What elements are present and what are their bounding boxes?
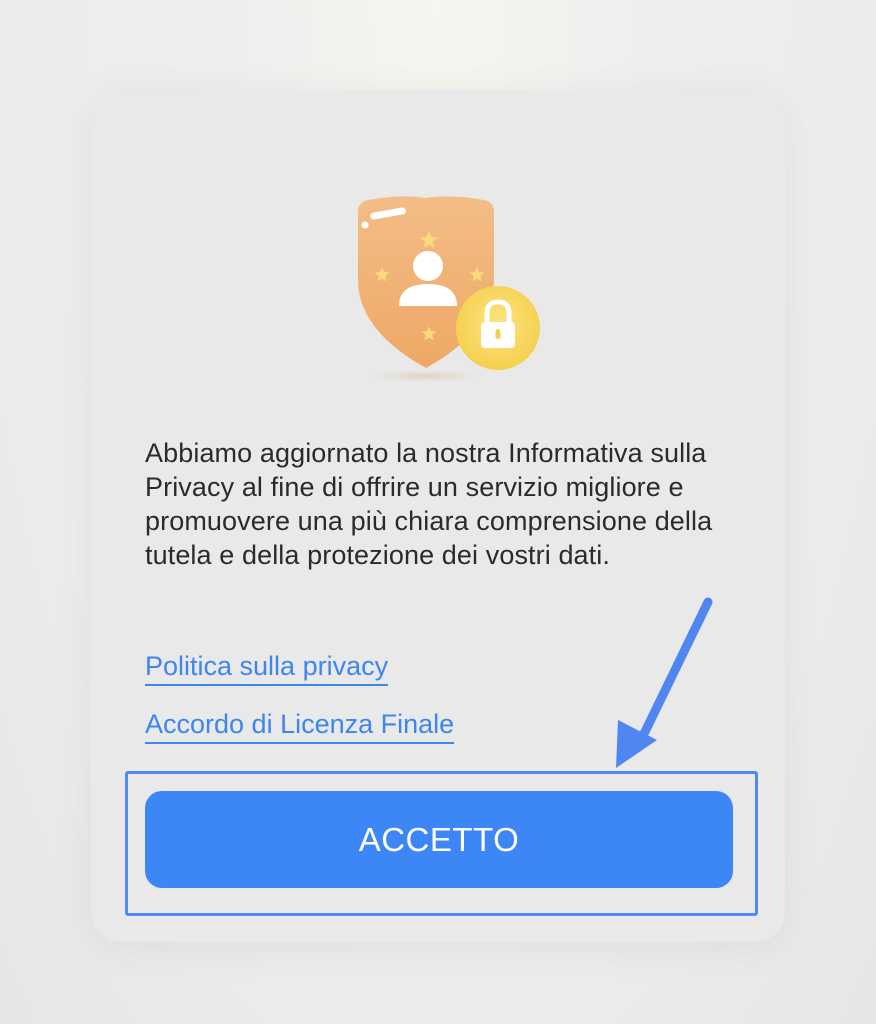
- privacy-policy-link[interactable]: Politica sulla privacy: [145, 650, 389, 686]
- accept-button[interactable]: ACCETTO: [145, 791, 733, 888]
- privacy-update-message: Abbiamo aggiornato la nostra Informativa…: [145, 438, 713, 570]
- shield-user-lock-icon: [346, 190, 546, 390]
- eula-link[interactable]: Accordo di Licenza Finale: [145, 708, 455, 744]
